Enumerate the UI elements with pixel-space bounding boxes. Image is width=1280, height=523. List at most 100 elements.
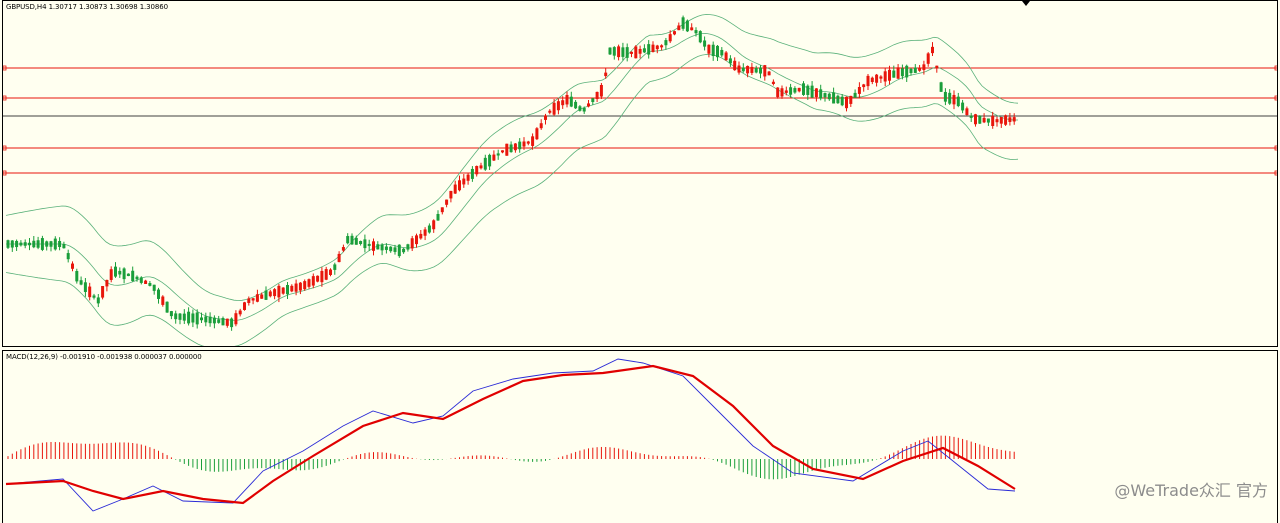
candle [728, 55, 732, 67]
candle-body [969, 115, 973, 118]
candle [660, 44, 664, 51]
candle [204, 312, 208, 327]
candle-body [802, 83, 805, 95]
candle [995, 116, 999, 127]
candle [169, 310, 173, 320]
candle-body [380, 244, 384, 251]
candle-body [243, 302, 246, 310]
candle [655, 44, 659, 54]
candle-body [617, 46, 621, 58]
watermark-text: @WeTrade众汇 官方 [1114, 481, 1268, 500]
candle [483, 154, 487, 171]
candle [470, 166, 474, 182]
candle [741, 63, 745, 73]
candle-body [840, 96, 844, 106]
candle-body [638, 48, 642, 54]
candle-body [767, 71, 771, 76]
candle-body [918, 68, 922, 71]
candle [466, 172, 470, 185]
candle [578, 105, 582, 112]
candle [165, 301, 169, 313]
candle-body [40, 238, 44, 250]
candle-body [389, 246, 393, 252]
candle [771, 79, 775, 86]
candle-body [608, 47, 612, 55]
candle-body [655, 45, 659, 50]
candle [273, 288, 277, 300]
candle [453, 180, 457, 194]
candle-body [221, 318, 225, 326]
candle-body [698, 31, 702, 43]
candle [617, 44, 621, 61]
candle [32, 236, 36, 249]
candle-body [92, 295, 96, 298]
candle-body [75, 271, 79, 282]
candle-body [716, 45, 719, 58]
candle [479, 162, 483, 170]
candle [965, 106, 969, 116]
candle [948, 89, 952, 105]
candle-body [470, 168, 474, 179]
candle [281, 287, 285, 295]
candle-body [131, 270, 135, 282]
candle [419, 230, 423, 240]
candle-body [307, 279, 311, 287]
candle-body [870, 77, 874, 83]
candle-body [707, 44, 711, 54]
candle-body [152, 284, 156, 291]
macd-indicator-pane[interactable]: MACD(12,26,9) -0.001910 -0.001938 0.0000… [2, 350, 1278, 523]
candle [298, 282, 302, 295]
candle [458, 175, 461, 192]
candle-body [630, 51, 633, 54]
candle-body [419, 233, 423, 239]
candle-body [845, 96, 848, 109]
candle-body [784, 90, 788, 93]
candle [397, 244, 401, 258]
candle-body [298, 282, 302, 291]
candle-body [393, 247, 397, 252]
candle-body [806, 85, 810, 95]
candle-body [337, 253, 341, 263]
candle-body [264, 290, 268, 300]
candle [883, 68, 887, 87]
candle [290, 284, 294, 293]
candle-body [991, 115, 995, 126]
candle [23, 239, 27, 249]
candle-body [668, 34, 672, 42]
candle-body [49, 241, 53, 247]
candle [763, 64, 767, 81]
candle-body [526, 141, 530, 144]
candle [621, 42, 625, 61]
candle-body [1004, 115, 1008, 125]
price-chart-pane[interactable]: GBPUSD,H4 1.30717 1.30873 1.30698 1.3086… [2, 0, 1278, 347]
candle-body [931, 46, 934, 54]
candle-body [492, 154, 496, 161]
candle-body [900, 68, 904, 77]
candle [230, 317, 234, 331]
candle [234, 310, 238, 327]
candle-body [268, 291, 272, 297]
candle-body [501, 150, 504, 153]
candle [711, 41, 715, 61]
candle [797, 87, 801, 93]
chart-shift-marker[interactable] [1022, 1, 1030, 6]
candle-body [642, 48, 646, 53]
candle [896, 64, 900, 79]
candle-body [15, 240, 19, 248]
candle-body [986, 118, 990, 123]
candle [724, 50, 728, 61]
candle-body [849, 95, 853, 104]
candle [19, 240, 23, 247]
candle-body [771, 81, 775, 85]
candle-body [634, 46, 638, 59]
candle [879, 75, 883, 83]
candle [535, 127, 539, 141]
candle [836, 94, 840, 104]
candle [389, 246, 393, 253]
candle [737, 61, 741, 75]
candle-body [83, 282, 87, 292]
candle-body [685, 20, 689, 32]
candle [475, 165, 479, 177]
candle [918, 64, 922, 72]
candle [974, 113, 977, 127]
